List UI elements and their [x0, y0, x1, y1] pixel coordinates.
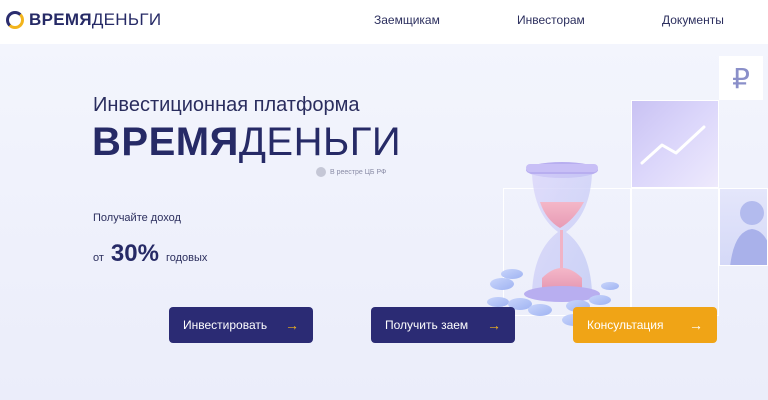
arrow-right-icon: →: [689, 317, 703, 333]
consultation-button[interactable]: Консультация →: [573, 307, 717, 343]
nav-investors[interactable]: Инвесторам: [517, 13, 585, 27]
registry-note: В реестре ЦБ РФ: [316, 167, 386, 177]
rate-row: от 30% годовых: [93, 240, 207, 268]
person-tile: [719, 188, 768, 266]
person-icon: [730, 201, 767, 265]
get-loan-button[interactable]: Получить заем →: [371, 307, 515, 343]
rate-value: 30%: [110, 240, 159, 267]
grid-tile: [631, 188, 719, 316]
income-label: Получайте доход: [93, 212, 181, 224]
hero-section: Инвестиционная платформа ВРЕМЯДЕНЬГИ В р…: [0, 44, 768, 400]
hero-brand-title: ВРЕМЯДЕНЬГИ: [92, 120, 402, 164]
ruble-icon: ₽: [732, 62, 750, 94]
rate-suffix: годовых: [165, 252, 208, 264]
chart-up-icon: [640, 125, 706, 165]
site-header: ВРЕМЯДЕНЬГИ Заемщикам Инвесторам Докумен…: [0, 0, 768, 44]
hero-subtitle: Инвестиционная платформа: [93, 94, 360, 116]
arrow-right-icon: →: [285, 317, 299, 333]
invest-button[interactable]: Инвестировать →: [169, 307, 313, 343]
logo-ring-icon: [6, 11, 24, 29]
chart-tile: [631, 100, 719, 188]
arrow-right-icon: →: [487, 317, 501, 333]
ruble-tile: ₽: [719, 56, 763, 100]
rate-from: от: [93, 252, 104, 264]
cb-seal-icon: [316, 167, 326, 177]
logo[interactable]: ВРЕМЯДЕНЬГИ: [6, 9, 161, 31]
logo-text: ВРЕМЯДЕНЬГИ: [29, 10, 162, 29]
nav-borrowers[interactable]: Заемщикам: [374, 13, 440, 27]
nav-documents[interactable]: Документы: [662, 13, 724, 27]
